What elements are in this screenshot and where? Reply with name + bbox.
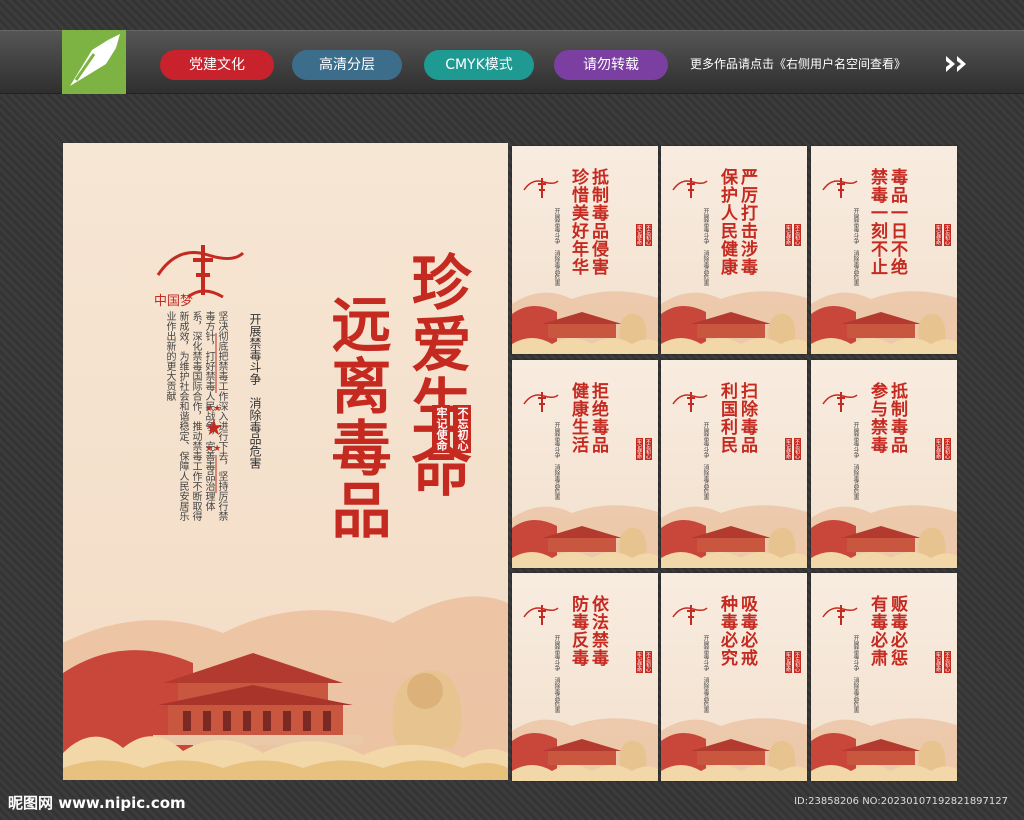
tag-keep-mission: 牢记使命 <box>785 224 792 246</box>
china-dream-logo-icon <box>523 605 559 625</box>
china-dream-logo-icon <box>822 178 858 198</box>
small-poster-title: 抵制毒品侵害 珍惜美好年华 <box>568 168 608 276</box>
tag-keep-mission: 牢记使命 <box>935 651 942 673</box>
china-dream-logo-icon <box>672 605 708 625</box>
palace-scene-illustration <box>811 291 957 354</box>
china-dream-logo-icon <box>672 392 708 412</box>
tag-remember-origin: 不忘初心 <box>944 438 951 460</box>
tag-remember-origin: 不忘初心 <box>944 651 951 673</box>
tag-keep-mission: 牢记使命 <box>636 224 643 246</box>
footer-image-id: ID:23858206 NO:20230107192821897127 <box>794 796 1008 807</box>
small-poster-tags: 不忘初心 牢记使命 <box>785 651 801 673</box>
small-poster-tags: 不忘初心 牢记使命 <box>636 438 652 460</box>
small-poster-6[interactable]: 抵制毒品 参与禁毒 开展禁毒斗争 消除毒品危害 不忘初心 牢记使命 <box>811 360 957 568</box>
tag-remember-origin: 不忘初心 <box>645 438 652 460</box>
tag-remember-origin: 不忘初心 <box>645 224 652 246</box>
main-slogan-2: 远离毒品 <box>321 293 391 541</box>
small-poster-title: 贩毒必惩 有毒必肃 <box>867 595 907 667</box>
small-poster-2[interactable]: 严厉打击涉毒 保护人民健康 开展禁毒斗争 消除毒品危害 不忘初心 牢记使命 <box>661 146 807 354</box>
small-poster-title: 吸毒必戒 种毒必究 <box>717 595 757 667</box>
china-dream-logo-icon <box>672 178 708 198</box>
double-chevron-right-icon[interactable] <box>944 54 970 74</box>
small-poster-tags: 不忘初心 牢记使命 <box>785 224 801 246</box>
tag-remember-origin: 不忘初心 <box>794 651 801 673</box>
china-dream-logo-icon <box>822 392 858 412</box>
china-dream-logo-icon <box>822 605 858 625</box>
footer-site-name[interactable]: 昵图网 www.nipic.com <box>8 792 186 813</box>
palace-scene-illustration <box>661 291 807 354</box>
svg-text:★: ★ <box>204 416 224 441</box>
tag-keep-mission: 牢记使命 <box>636 438 643 460</box>
tag-keep-mission: 牢记使命 <box>785 651 792 673</box>
palace-scene-illustration <box>512 291 658 354</box>
main-slogan-1: 珍爱生命 <box>401 251 471 499</box>
small-poster-title: 严厉打击涉毒 保护人民健康 <box>717 168 757 276</box>
tag-keep-mission: 牢记使命 <box>432 405 450 453</box>
tag-group: 不忘初心 牢记使命 <box>432 405 471 453</box>
small-poster-tags: 不忘初心 牢记使命 <box>785 438 801 460</box>
svg-text:★★: ★★ <box>205 444 221 454</box>
small-poster-7[interactable]: 依法禁毒 防毒反毒 开展禁毒斗争 消除毒品危害 不忘初心 牢记使命 <box>512 573 658 781</box>
tag-keep-mission: 牢记使命 <box>935 224 942 246</box>
small-poster-title: 毒品一日不绝 禁毒一刻不止 <box>867 168 907 276</box>
tag-remember-origin: 不忘初心 <box>944 224 951 246</box>
tag-keep-mission: 牢记使命 <box>935 438 942 460</box>
small-poster-title: 拒绝毒品 健康生活 <box>568 382 608 454</box>
tag-remember-origin: 不忘初心 <box>645 651 652 673</box>
china-dream-logo-icon <box>523 392 559 412</box>
main-poster[interactable]: 中国梦 珍爱生命 远离毒品 不忘初心 牢记使命 开展禁毒斗争 消除毒品危害 坚决… <box>63 143 508 780</box>
svg-text:★★: ★★ <box>205 404 221 414</box>
tag-remember-origin: 不忘初心 <box>453 405 471 453</box>
palace-scene-illustration <box>661 505 807 568</box>
small-poster-tags: 不忘初心 牢记使命 <box>636 651 652 673</box>
small-poster-1[interactable]: 抵制毒品侵害 珍惜美好年华 开展禁毒斗争 消除毒品危害 不忘初心 牢记使命 <box>512 146 658 354</box>
tag-remember-origin: 不忘初心 <box>794 438 801 460</box>
tag-keep-mission: 牢记使命 <box>785 438 792 460</box>
palace-scene-illustration <box>661 718 807 781</box>
tag-remember-origin: 不忘初心 <box>794 224 801 246</box>
badge-hd-layers[interactable]: 高清分层 <box>292 50 402 80</box>
small-poster-title: 抵制毒品 参与禁毒 <box>867 382 907 454</box>
subtitle: 开展禁毒斗争 消除毒品危害 <box>248 313 262 469</box>
more-works-link[interactable]: 更多作品请点击《右侧用户名空间查看》 <box>690 55 906 72</box>
svg-text:中国梦: 中国梦 <box>154 294 193 309</box>
palace-scene-illustration <box>811 718 957 781</box>
small-poster-8[interactable]: 吸毒必戒 种毒必究 开展禁毒斗争 消除毒品危害 不忘初心 牢记使命 <box>661 573 807 781</box>
palace-scene-illustration <box>811 505 957 568</box>
badge-cmyk[interactable]: CMYK模式 <box>424 50 534 80</box>
small-poster-title: 扫除毒品 利国利民 <box>717 382 757 454</box>
small-poster-tags: 不忘初心 牢记使命 <box>935 224 951 246</box>
tag-keep-mission: 牢记使命 <box>636 651 643 673</box>
site-logo-icon[interactable] <box>62 30 126 94</box>
small-poster-3[interactable]: 毒品一日不绝 禁毒一刻不止 开展禁毒斗争 消除毒品危害 不忘初心 牢记使命 <box>811 146 957 354</box>
palace-scene-illustration <box>512 718 658 781</box>
small-poster-5[interactable]: 扫除毒品 利国利民 开展禁毒斗争 消除毒品危害 不忘初心 牢记使命 <box>661 360 807 568</box>
small-poster-tags: 不忘初心 牢记使命 <box>636 224 652 246</box>
star-decoration-icon: ★★ ★ ★★ <box>204 333 224 493</box>
palace-scene-illustration <box>512 505 658 568</box>
small-poster-9[interactable]: 贩毒必惩 有毒必肃 开展禁毒斗争 消除毒品危害 不忘初心 牢记使命 <box>811 573 957 781</box>
small-poster-title: 依法禁毒 防毒反毒 <box>568 595 608 667</box>
badge-party-culture[interactable]: 党建文化 <box>160 50 274 80</box>
china-dream-logo-icon: 中国梦 <box>154 245 245 309</box>
china-dream-logo-icon <box>523 178 559 198</box>
badge-no-repost[interactable]: 请勿转载 <box>554 50 668 80</box>
small-poster-tags: 不忘初心 牢记使命 <box>935 438 951 460</box>
small-poster-4[interactable]: 拒绝毒品 健康生活 开展禁毒斗争 消除毒品危害 不忘初心 牢记使命 <box>512 360 658 568</box>
small-poster-tags: 不忘初心 牢记使命 <box>935 651 951 673</box>
palace-scene-illustration <box>63 596 508 780</box>
